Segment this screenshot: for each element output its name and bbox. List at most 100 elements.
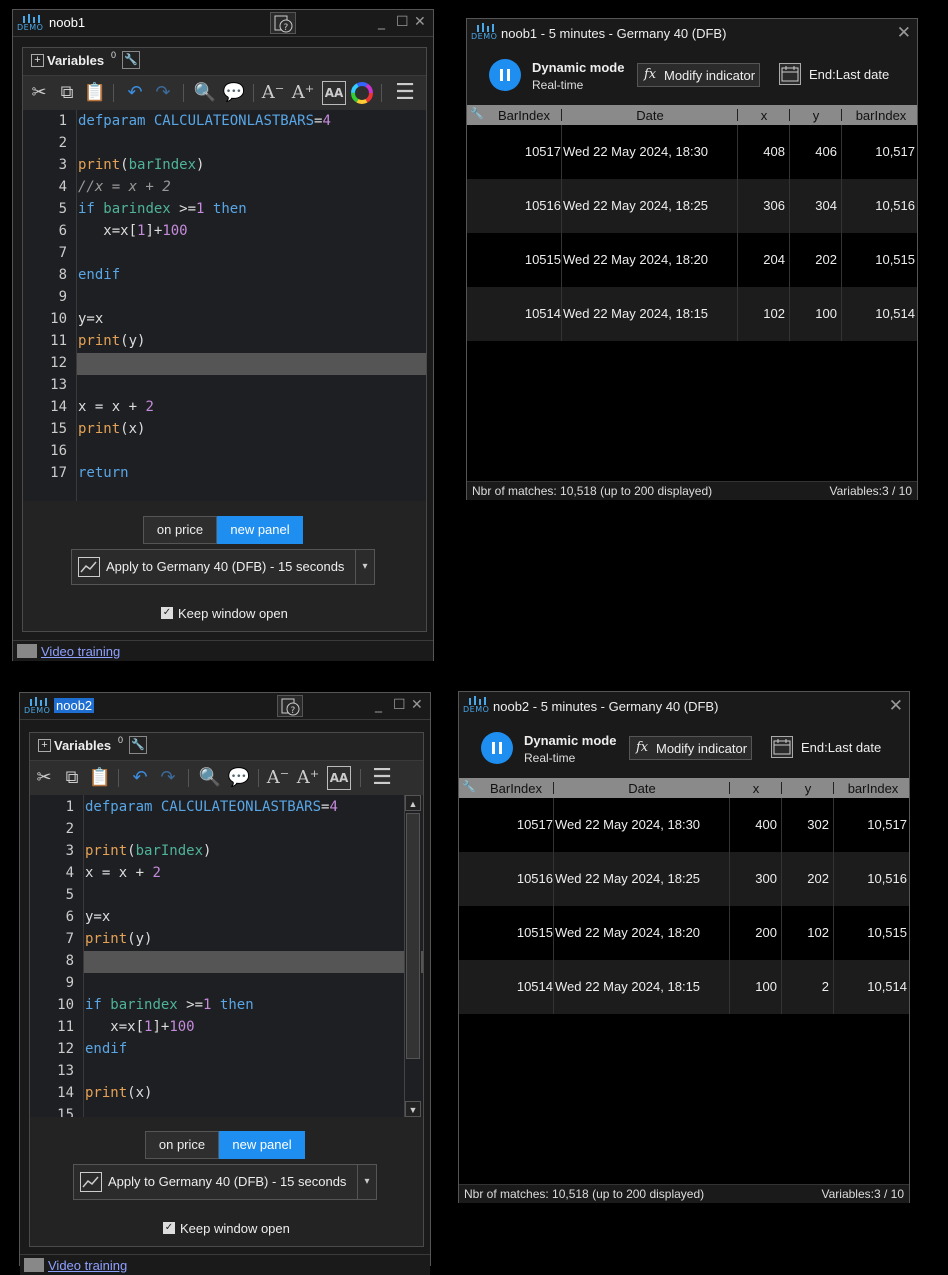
col-barindex[interactable]: BarIndex [483, 781, 549, 796]
scroll-down-icon[interactable]: ▼ [405, 1101, 421, 1117]
help-icon[interactable]: ? [277, 695, 303, 717]
col-barindex-lower[interactable]: barIndex [843, 108, 919, 123]
code-line[interactable]: y=x [85, 909, 110, 925]
code-line[interactable]: x=x[1]+100 [85, 1019, 194, 1035]
code-line[interactable]: x = x + 2 [78, 399, 154, 415]
editor-title-bar[interactable]: DEMO noob2 ? _ ☐ ✕ [20, 693, 430, 720]
search-icon[interactable]: 🔍 [193, 81, 217, 105]
table-row[interactable]: 10514 Wed 22 May 2024, 18:15 100 2 10,514 [459, 960, 909, 1014]
code-line[interactable]: print(barIndex) [78, 157, 204, 173]
code-line[interactable]: defparam CALCULATEONLASTBARS=4 [85, 799, 338, 815]
scroll-up-icon[interactable]: ▲ [405, 795, 421, 811]
font-decrease-icon[interactable]: A⁻ [261, 81, 285, 105]
code-editor[interactable]: 1 defparam CALCULATEONLASTBARS=4 2 3 print(b… [23, 110, 426, 501]
keep-open-checkbox[interactable]: ✓ [163, 1222, 175, 1234]
table-row[interactable]: 10515 Wed 22 May 2024, 18:20 200 102 10,515 [459, 906, 909, 960]
col-y[interactable]: y [783, 781, 833, 796]
table-row[interactable]: 10514 Wed 22 May 2024, 18:15 102 100 10,514 [467, 287, 917, 341]
table-row[interactable]: 10516 Wed 22 May 2024, 18:25 300 202 10,516 [459, 852, 909, 906]
video-training-link[interactable]: Video training [41, 644, 120, 659]
code-line[interactable]: //x = x + 2 [78, 179, 171, 195]
help-icon[interactable]: ? [270, 12, 296, 34]
close-icon[interactable]: ✕ [414, 14, 426, 30]
comment-icon[interactable]: 💬 [222, 81, 246, 105]
color-wheel-icon[interactable] [350, 81, 374, 105]
copy-icon[interactable]: ⧉ [60, 766, 84, 790]
code-line[interactable]: return [78, 465, 129, 481]
variables-title-bar[interactable]: DEMO noob2 - 5 minutes - Germany 40 (DFB… [459, 692, 909, 720]
pause-icon[interactable] [489, 59, 521, 91]
apply-button[interactable]: Apply to Germany 40 (DFB) - 15 seconds ▾ [71, 549, 375, 585]
chevron-down-icon[interactable]: ▾ [355, 550, 374, 584]
modify-indicator-button[interactable]: fx Modify indicator [637, 63, 760, 87]
table-row[interactable]: 10517 Wed 22 May 2024, 18:30 400 302 10,517 [459, 798, 909, 852]
search-icon[interactable]: 🔍 [198, 766, 222, 790]
col-barindex[interactable]: BarIndex [491, 108, 557, 123]
undo-icon[interactable]: ↶ [128, 766, 152, 790]
menu-icon[interactable]: ☰ [370, 766, 394, 790]
paste-icon[interactable]: 📋 [88, 766, 112, 790]
code-line[interactable]: print(y) [85, 931, 152, 947]
wrench-icon[interactable]: 🔧 [122, 51, 140, 69]
expand-variables-icon[interactable]: + [38, 739, 51, 752]
calendar-icon[interactable] [771, 736, 793, 758]
code-line[interactable]: x=x[1]+100 [78, 223, 187, 239]
scroll-thumb[interactable] [406, 813, 420, 1059]
font-increase-icon[interactable]: A⁺ [296, 766, 320, 790]
col-date[interactable]: Date [563, 108, 737, 123]
new-panel-button[interactable]: new panel [217, 516, 303, 544]
keep-open-checkbox[interactable]: ✓ [161, 607, 173, 619]
editor-scrollbar[interactable]: ▲ ▼ [404, 795, 421, 1117]
end-date-label[interactable]: End:Last date [801, 740, 881, 755]
code-line[interactable]: print(barIndex) [85, 843, 211, 859]
code-line[interactable]: defparam CALCULATEONLASTBARS=4 [78, 113, 331, 129]
font-increase-icon[interactable]: A⁺ [291, 81, 315, 105]
table-row[interactable]: 10515 Wed 22 May 2024, 18:20 204 202 10,515 [467, 233, 917, 287]
redo-icon[interactable]: ↷ [151, 81, 175, 105]
minimize-icon[interactable]: _ [378, 14, 385, 30]
window-title[interactable]: noob2 [54, 698, 95, 713]
col-date[interactable]: Date [555, 781, 729, 796]
on-price-button[interactable]: on price [143, 516, 217, 544]
cut-icon[interactable]: ✂ [27, 81, 51, 105]
menu-icon[interactable]: ☰ [393, 81, 417, 105]
close-icon[interactable]: ✕ [411, 697, 423, 713]
variables-label[interactable]: Variables [47, 53, 104, 68]
maximize-icon[interactable]: ☐ [393, 697, 406, 713]
code-editor[interactable]: 1 defparam CALCULATEONLASTBARS=4 2 3 print(b… [30, 795, 423, 1117]
code-line[interactable]: endif [85, 1041, 127, 1057]
code-line[interactable]: print(x) [85, 1085, 152, 1101]
undo-icon[interactable]: ↶ [123, 81, 147, 105]
expand-variables-icon[interactable]: + [31, 54, 44, 67]
code-line[interactable]: endif [78, 267, 120, 283]
font-case-icon[interactable]: AA [327, 766, 351, 790]
calendar-icon[interactable] [779, 63, 801, 85]
col-x[interactable]: x [739, 108, 789, 123]
close-icon[interactable]: ✕ [897, 23, 911, 43]
maximize-icon[interactable]: ☐ [396, 14, 409, 30]
modify-indicator-button[interactable]: fx Modify indicator [629, 736, 752, 760]
copy-icon[interactable]: ⧉ [55, 81, 79, 105]
code-line[interactable]: if barindex >=1 then [78, 201, 247, 217]
code-line[interactable]: x = x + 2 [85, 865, 161, 881]
wrench-icon[interactable]: 🔧 [462, 780, 476, 793]
comment-icon[interactable]: 💬 [227, 766, 251, 790]
col-y[interactable]: y [791, 108, 841, 123]
font-decrease-icon[interactable]: A⁻ [266, 766, 290, 790]
on-price-button[interactable]: on price [145, 1131, 219, 1159]
redo-icon[interactable]: ↷ [156, 766, 180, 790]
cut-icon[interactable]: ✂ [32, 766, 56, 790]
code-line[interactable]: if barindex >=1 then [85, 997, 254, 1013]
minimize-icon[interactable]: _ [375, 697, 382, 713]
code-line[interactable]: y=x [78, 311, 103, 327]
apply-button[interactable]: Apply to Germany 40 (DFB) - 15 seconds ▾ [73, 1164, 377, 1200]
pause-icon[interactable] [481, 732, 513, 764]
code-line[interactable]: print(x) [78, 421, 145, 437]
end-date-label[interactable]: End:Last date [809, 67, 889, 82]
code-line[interactable]: print(y) [78, 333, 145, 349]
editor-title-bar[interactable]: DEMO noob1 ? _ ☐ ✕ [13, 10, 433, 37]
wrench-icon[interactable]: 🔧 [470, 107, 484, 120]
close-icon[interactable]: ✕ [889, 696, 903, 716]
font-case-icon[interactable]: AA [322, 81, 346, 105]
wrench-icon[interactable]: 🔧 [129, 736, 147, 754]
